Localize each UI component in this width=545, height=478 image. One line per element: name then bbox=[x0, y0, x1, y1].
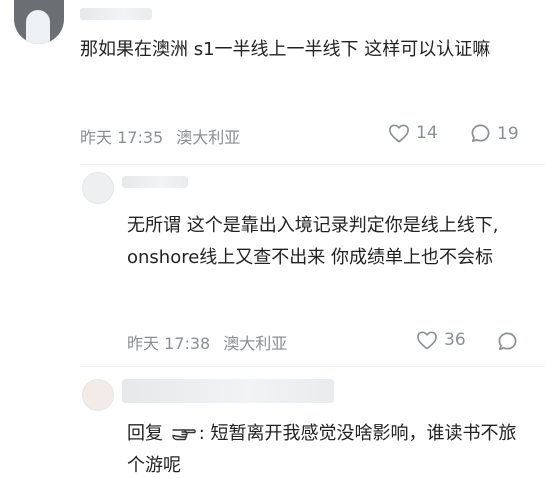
comment-location: 澳大利亚 bbox=[176, 128, 241, 147]
avatar[interactable] bbox=[82, 379, 114, 411]
like-count: 14 bbox=[416, 123, 438, 143]
reply-button[interactable]: 19 bbox=[470, 123, 519, 144]
pointing-hand-icon bbox=[172, 429, 196, 441]
reply-meta: 昨天 17:38 澳大利亚 bbox=[127, 330, 287, 354]
like-button[interactable]: 36 bbox=[416, 330, 466, 350]
comment-time: 昨天 17:35 bbox=[80, 128, 164, 147]
like-button[interactable]: 14 bbox=[388, 123, 438, 143]
reply-count: 19 bbox=[497, 123, 519, 144]
divider bbox=[80, 366, 545, 367]
avatar[interactable] bbox=[14, 0, 64, 44]
reply-location: 澳大利亚 bbox=[223, 334, 288, 353]
speech-bubble-icon bbox=[471, 124, 490, 142]
comment-thread: 那如果在澳洲 s1一半线上一半线下 这样可以认证嘛 昨天 17:35 澳大利亚 … bbox=[0, 0, 545, 478]
reply-prefix: 回复 bbox=[127, 423, 163, 444]
heart-icon bbox=[417, 331, 437, 350]
like-count: 36 bbox=[444, 330, 466, 350]
reply-text: 无所谓 这个是靠出入境记录判定你是线上线下, onshore线上又查不出来 你成… bbox=[127, 215, 499, 268]
comment-text: 那如果在澳洲 s1一半线上一半线下 这样可以认证嘛 bbox=[80, 39, 491, 60]
blurred-username[interactable] bbox=[122, 379, 334, 403]
reply-target: : bbox=[198, 423, 205, 444]
speech-bubble-icon bbox=[498, 332, 517, 350]
reply-text: 回复 : 短暂离开我感觉没啥影响，谁读书不旅个游呢 bbox=[127, 418, 527, 478]
blurred-username[interactable] bbox=[122, 176, 188, 188]
reply-button[interactable] bbox=[497, 331, 524, 352]
avatar[interactable] bbox=[82, 172, 114, 204]
avatar-figure bbox=[26, 10, 50, 44]
heart-icon bbox=[389, 124, 409, 143]
blurred-username[interactable] bbox=[80, 8, 152, 20]
comment-meta: 昨天 17:35 澳大利亚 bbox=[80, 124, 240, 148]
reply-time: 昨天 17:38 bbox=[127, 334, 211, 353]
divider bbox=[80, 164, 545, 165]
